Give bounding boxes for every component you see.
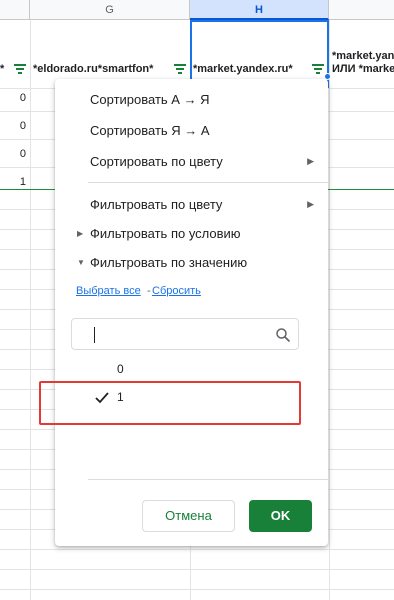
column-header-h[interactable]: H [190,0,329,20]
link-separator: - [147,285,151,297]
caret-down-icon[interactable]: ▼ [77,258,85,267]
filter-by-condition-item[interactable]: Фильтровать по условию [90,226,241,241]
sort-z-a-item[interactable]: Сортировать Я → А [90,123,210,138]
cell-value[interactable]: 0 [0,148,26,160]
filter-by-color-item[interactable]: Фильтровать по цвету [90,197,222,212]
grid-line [0,569,394,570]
sort-by-color-item[interactable]: Сортировать по цвету [90,154,223,169]
cell-selection [190,20,329,88]
header-cell-i: *market.yand ИЛИ *marke [332,50,394,118]
cell-value[interactable]: 1 [0,176,26,188]
search-icon [276,328,290,342]
column-header-f[interactable] [0,0,30,20]
chevron-right-icon: ▶ [307,156,314,166]
sort-a-z-item[interactable]: Сортировать А → Я [90,92,210,107]
filter-icon[interactable] [173,64,187,74]
filter-by-value-item[interactable]: Фильтровать по значению [90,255,247,270]
column-header-g[interactable]: G [30,0,190,20]
select-all-link[interactable]: Выбрать все [76,285,141,297]
filter-icon[interactable] [13,64,27,74]
grid-line [0,589,394,590]
cell-value[interactable]: 0 [0,92,26,104]
ok-button[interactable]: OK [249,500,312,532]
chevron-right-icon: ▶ [307,199,314,209]
cancel-button[interactable]: Отмена [142,500,235,532]
header-cell-i-line2: ИЛИ *marke [332,63,394,75]
cell-value[interactable]: 0 [0,120,26,132]
grid-line [329,20,330,600]
search-input[interactable] [71,318,299,350]
filter-menu: Сортировать А → Я Сортировать Я → А Сорт… [55,79,328,546]
highlight-box [39,381,301,425]
grid-line [0,549,394,550]
grid-line [30,20,31,600]
reset-link[interactable]: Сбросить [152,285,201,297]
column-header-i[interactable] [329,0,394,20]
caret-right-icon[interactable]: ▶ [77,229,83,238]
header-cell-i-line1: *market.yand [332,50,394,62]
menu-divider [88,182,328,183]
text-cursor [94,327,95,343]
value-option-0[interactable]: 0 [117,362,124,376]
menu-divider [88,479,328,480]
